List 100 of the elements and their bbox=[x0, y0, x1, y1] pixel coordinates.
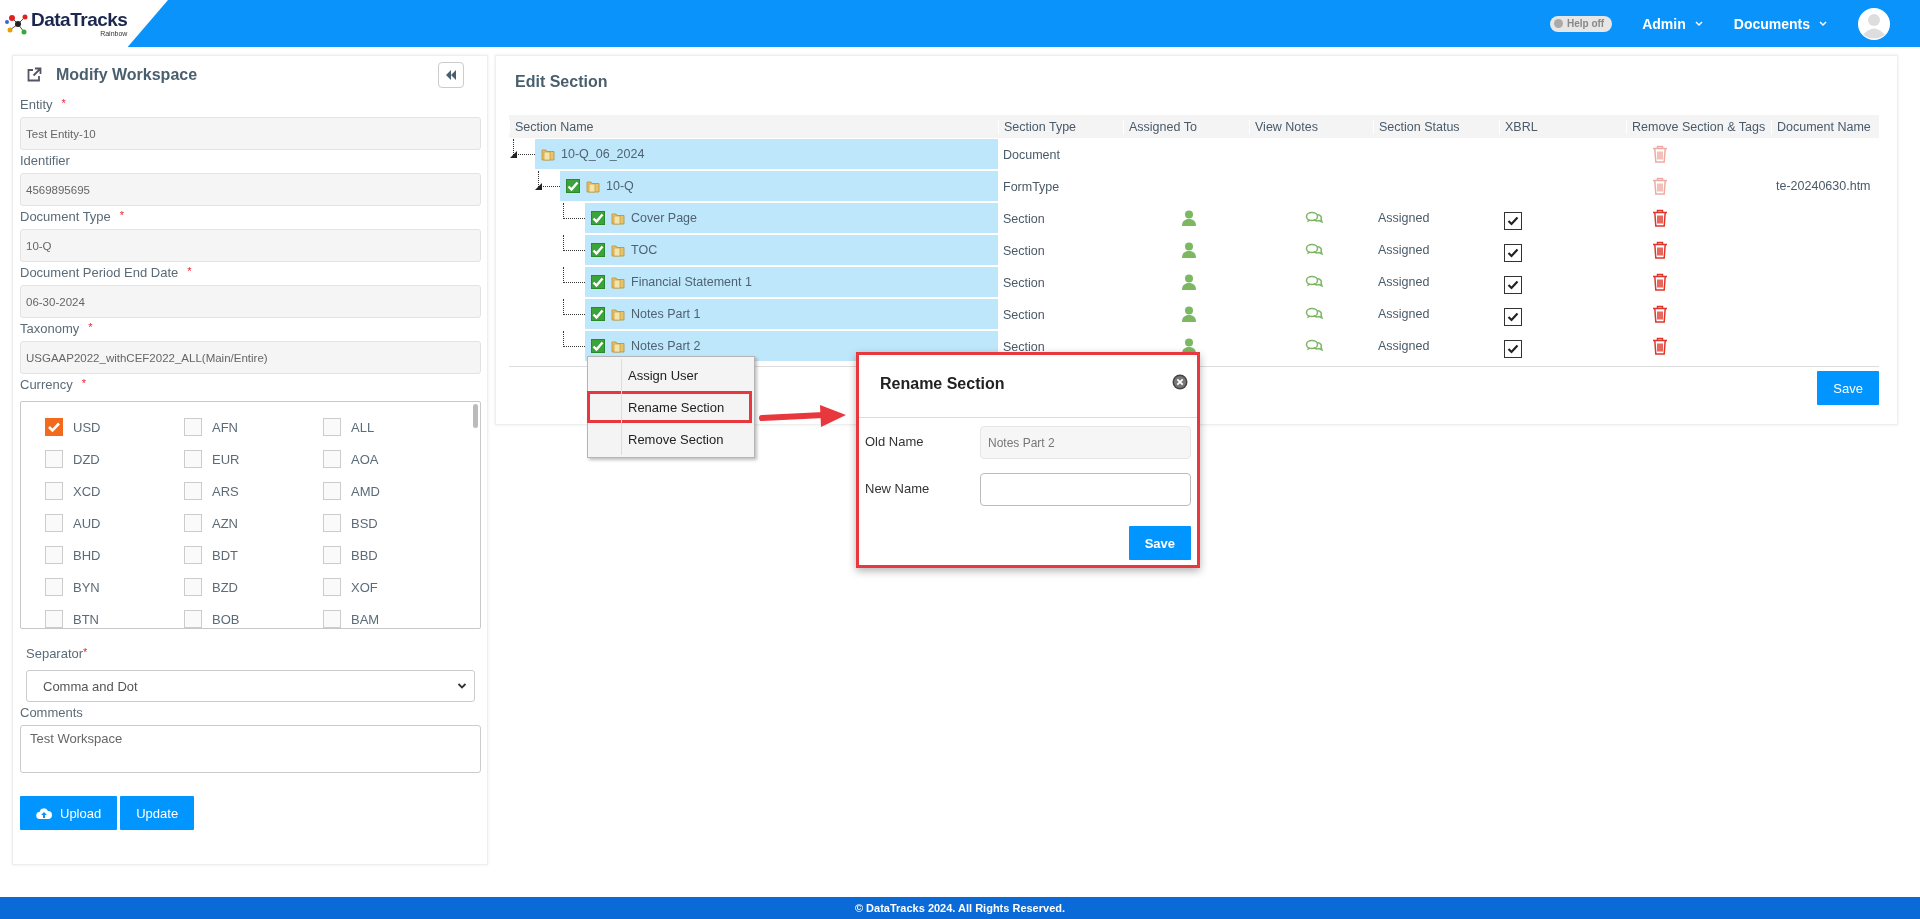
expand-icon[interactable] bbox=[510, 151, 517, 158]
column-header: Section Status bbox=[1373, 119, 1499, 134]
currency-code: XCD bbox=[73, 483, 101, 499]
xbrl-checkbox[interactable] bbox=[1504, 244, 1522, 262]
nav-menu[interactable]: Documents bbox=[1733, 15, 1828, 32]
checkbox[interactable] bbox=[323, 514, 341, 532]
xbrl-checkbox[interactable] bbox=[1504, 340, 1522, 358]
checkbox[interactable] bbox=[323, 418, 341, 436]
table-cell: te-20240630.htm bbox=[1776, 179, 1871, 193]
field-label: Separator bbox=[26, 646, 84, 661]
user-icon[interactable] bbox=[1181, 306, 1196, 322]
comments-icon[interactable] bbox=[1304, 211, 1323, 225]
checkbox[interactable] bbox=[184, 610, 202, 628]
checkbox[interactable] bbox=[591, 307, 605, 321]
trash-icon[interactable] bbox=[1652, 273, 1668, 291]
currency-code: BAM bbox=[351, 611, 380, 627]
close-icon[interactable] bbox=[1172, 374, 1188, 390]
xbrl-checkbox[interactable] bbox=[1504, 276, 1522, 294]
comments-icon[interactable] bbox=[1304, 339, 1323, 353]
checkbox[interactable] bbox=[591, 275, 605, 289]
required-mark: * bbox=[81, 377, 87, 391]
input-field[interactable]: 10-Q bbox=[20, 229, 481, 262]
checkbox[interactable] bbox=[45, 546, 63, 564]
section-name: Financial Statement 1 bbox=[631, 275, 752, 289]
menu-item[interactable]: Assign User bbox=[588, 359, 754, 391]
table-cell: Assigned bbox=[1378, 243, 1430, 257]
currency-code: EUR bbox=[212, 451, 240, 467]
update-button[interactable]: Update bbox=[120, 796, 195, 830]
field-label: Identifier bbox=[20, 153, 70, 168]
save-button[interactable]: Save bbox=[1128, 526, 1191, 560]
input-field[interactable]: 4569895695 bbox=[20, 173, 481, 206]
trash-icon[interactable] bbox=[1652, 337, 1668, 355]
xbrl-checkbox[interactable] bbox=[1504, 212, 1522, 230]
folder-icon bbox=[541, 147, 555, 161]
checkbox[interactable] bbox=[184, 514, 202, 532]
user-icon[interactable] bbox=[1181, 210, 1196, 226]
save-button[interactable]: Save bbox=[1817, 371, 1879, 405]
section-name: TOC bbox=[631, 243, 658, 257]
comments-icon[interactable] bbox=[1304, 275, 1323, 289]
checkbox[interactable] bbox=[566, 179, 580, 193]
checkbox[interactable] bbox=[45, 610, 63, 628]
trash-icon[interactable] bbox=[1652, 209, 1668, 227]
checkbox[interactable] bbox=[184, 482, 202, 500]
folder-icon bbox=[611, 275, 625, 289]
menu-item[interactable]: Rename Section bbox=[587, 391, 752, 423]
upload-button[interactable]: Upload bbox=[20, 796, 118, 830]
node-highlight[interactable]: Financial Statement 1 bbox=[585, 267, 998, 297]
input-field[interactable] bbox=[980, 473, 1191, 506]
expand-icon[interactable] bbox=[535, 183, 542, 190]
nav-menu[interactable]: Admin bbox=[1642, 15, 1704, 32]
input-field[interactable]: Test Entity-10 bbox=[20, 117, 481, 150]
checkbox[interactable] bbox=[323, 578, 341, 596]
checkbox[interactable] bbox=[323, 450, 341, 468]
node-highlight[interactable]: TOC bbox=[585, 235, 998, 265]
comments-icon[interactable] bbox=[1304, 243, 1323, 257]
checkbox[interactable] bbox=[45, 482, 63, 500]
node-highlight[interactable]: 10-Q_06_2024 bbox=[535, 139, 998, 169]
currency-code: AOA bbox=[351, 451, 379, 467]
avatar-icon[interactable] bbox=[1858, 7, 1890, 40]
checkbox[interactable] bbox=[45, 450, 63, 468]
field-label: Taxonomy bbox=[20, 321, 80, 336]
xbrl-checkbox[interactable] bbox=[1504, 308, 1522, 326]
checkbox[interactable] bbox=[323, 610, 341, 628]
checkbox[interactable] bbox=[591, 211, 605, 225]
user-icon[interactable] bbox=[1181, 274, 1196, 290]
scrollbar-thumb[interactable] bbox=[473, 404, 478, 428]
checkbox[interactable] bbox=[45, 578, 63, 596]
help-toggle[interactable]: Help off bbox=[1550, 15, 1613, 32]
table-cell: Assigned bbox=[1378, 339, 1430, 353]
node-highlight[interactable]: 10-Q bbox=[560, 171, 998, 201]
comments-field[interactable]: Test Workspace bbox=[20, 725, 481, 773]
checkbox[interactable] bbox=[184, 418, 202, 436]
comments-icon[interactable] bbox=[1304, 307, 1323, 321]
checkbox[interactable] bbox=[184, 546, 202, 564]
checkbox[interactable] bbox=[45, 418, 63, 436]
input-field[interactable]: 06-30-2024 bbox=[20, 285, 481, 318]
currency-code: AFN bbox=[212, 419, 238, 435]
checkbox[interactable] bbox=[591, 339, 605, 353]
node-highlight[interactable]: Cover Page bbox=[585, 203, 998, 233]
field-label: New Name bbox=[865, 480, 931, 496]
user-icon[interactable] bbox=[1181, 242, 1196, 258]
table-cell: Assigned bbox=[1378, 211, 1430, 225]
checkbox[interactable] bbox=[591, 243, 605, 257]
checkbox[interactable] bbox=[184, 578, 202, 596]
node-highlight[interactable]: Notes Part 1 bbox=[585, 299, 998, 329]
checkbox[interactable] bbox=[45, 514, 63, 532]
required-mark: * bbox=[119, 209, 125, 223]
menu-item[interactable]: Remove Section bbox=[588, 423, 754, 455]
currency-code: BBD bbox=[351, 547, 378, 563]
checkbox[interactable] bbox=[184, 450, 202, 468]
table-cell: Section bbox=[1003, 244, 1045, 258]
panel-title: Modify Workspace bbox=[56, 66, 199, 84]
separator-select[interactable]: Comma and Dot bbox=[26, 670, 475, 702]
collapse-button[interactable] bbox=[438, 62, 464, 88]
input-field[interactable]: USGAAP2022_withCEF2022_ALL(Main/Entire) bbox=[20, 341, 481, 374]
checkbox[interactable] bbox=[323, 546, 341, 564]
trash-icon[interactable] bbox=[1652, 305, 1668, 323]
checkbox[interactable] bbox=[323, 482, 341, 500]
trash-icon[interactable] bbox=[1652, 241, 1668, 259]
table-cell: FormType bbox=[1003, 180, 1060, 194]
